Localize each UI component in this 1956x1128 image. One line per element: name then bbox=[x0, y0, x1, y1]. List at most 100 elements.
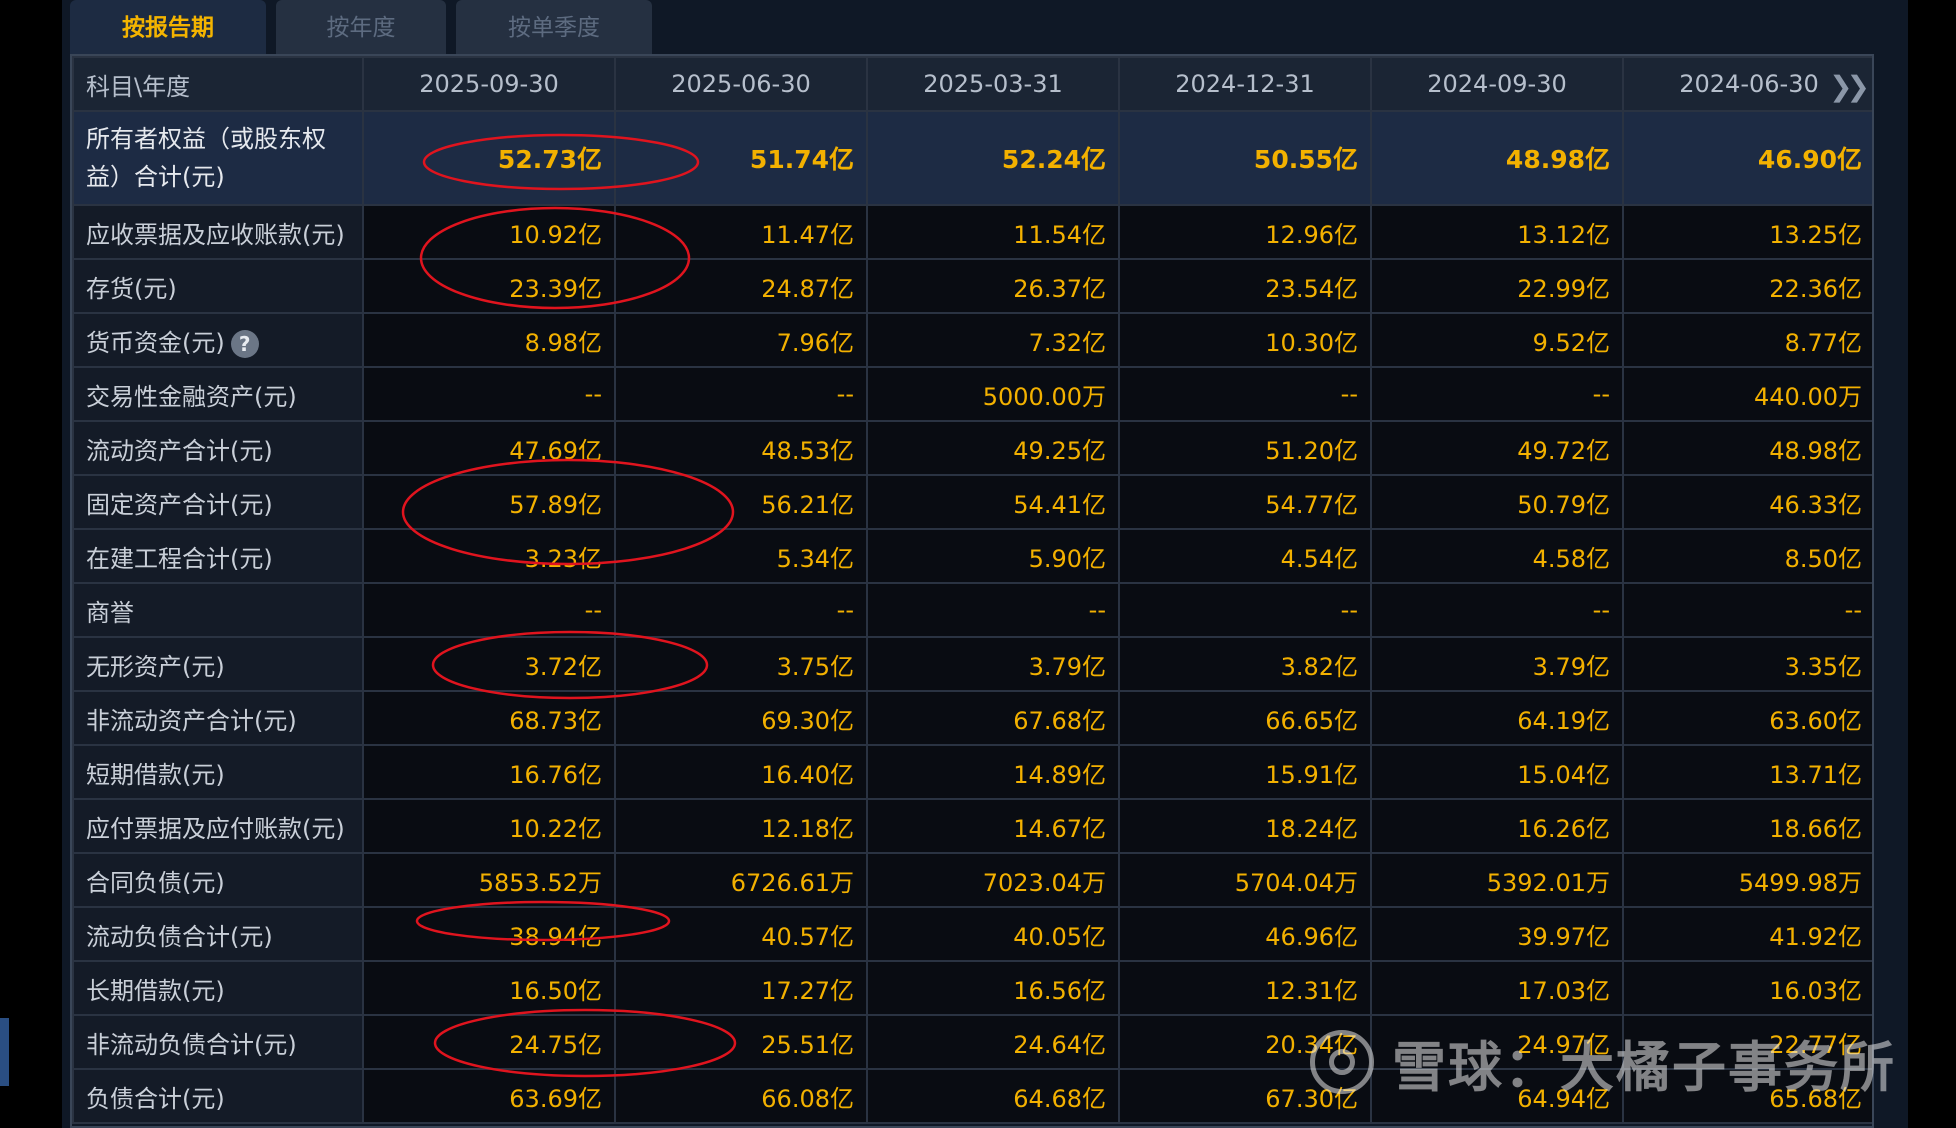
value-cell: 39.97亿 bbox=[1370, 906, 1624, 962]
value-cell: 48.98亿 bbox=[1622, 420, 1872, 476]
value-cell: 5000.00万 bbox=[866, 366, 1120, 422]
row-label: 商誉 bbox=[86, 598, 134, 627]
table-row: 存货(元) 23.39亿 24.87亿 26.37亿 23.54亿 22.99亿 22.36… bbox=[72, 258, 1872, 314]
value-cell: 50.79亿 bbox=[1370, 474, 1624, 530]
value-cell: 11.54亿 bbox=[866, 204, 1120, 260]
value-cell: 24.87亿 bbox=[614, 258, 868, 314]
value-cell: 16.40亿 bbox=[614, 744, 868, 800]
value-cell: 49.25亿 bbox=[866, 420, 1120, 476]
value-cell: 16.03亿 bbox=[1622, 960, 1872, 1016]
value-cell: 16.50亿 bbox=[362, 960, 616, 1016]
row-label-cell: 固定资产合计(元) bbox=[72, 474, 364, 530]
row-label-cell: 无形资产(元) bbox=[72, 636, 364, 692]
date-header[interactable]: 2025-06-30 bbox=[614, 56, 868, 112]
table-row: 非流动资产合计(元) 68.73亿 69.30亿 67.68亿 66.65亿 64.19亿… bbox=[72, 690, 1872, 746]
watermark-text: 雪球：大橘子事务所 bbox=[1392, 1035, 1896, 1099]
value-cell: -- bbox=[614, 582, 868, 638]
watermark: 雪球：大橘子事务所 bbox=[1310, 1030, 1896, 1099]
value-cell: 23.39亿 bbox=[362, 258, 616, 314]
value-cell: 24.64亿 bbox=[866, 1014, 1120, 1070]
value-cell: 40.57亿 bbox=[614, 906, 868, 962]
row-label: 在建工程合计(元) bbox=[86, 544, 273, 573]
table-row: 应付票据及应付账款(元) 10.22亿 12.18亿 14.67亿 18.24亿 16.2… bbox=[72, 798, 1872, 854]
value-cell: 3.82亿 bbox=[1118, 636, 1372, 692]
row-label: 短期借款(元) bbox=[86, 760, 225, 789]
row-label: 交易性金融资产(元) bbox=[86, 382, 297, 411]
value-cell: 18.24亿 bbox=[1118, 798, 1372, 854]
value-cell: 18.66亿 bbox=[1622, 798, 1872, 854]
value-cell: 3.23亿 bbox=[362, 528, 616, 584]
value-cell: 3.75亿 bbox=[614, 636, 868, 692]
value-cell: 5.34亿 bbox=[614, 528, 868, 584]
value-cell: 8.77亿 bbox=[1622, 312, 1872, 368]
value-cell: 14.89亿 bbox=[866, 744, 1120, 800]
tab-by-quarter[interactable]: 按单季度 bbox=[456, 0, 652, 54]
value-cell: 9.52亿 bbox=[1370, 312, 1624, 368]
tab-by-report-period[interactable]: 按报告期 bbox=[70, 0, 266, 54]
value-cell: 50.55亿 bbox=[1118, 110, 1372, 206]
table-row: 商誉 -- -- -- -- -- -- bbox=[72, 582, 1872, 638]
value-cell: 51.74亿 bbox=[614, 110, 868, 206]
value-cell: 68.73亿 bbox=[362, 690, 616, 746]
row-label-cell: 流动资产合计(元) bbox=[72, 420, 364, 476]
date-header[interactable]: 2024-09-30 bbox=[1370, 56, 1624, 112]
value-cell: 51.20亿 bbox=[1118, 420, 1372, 476]
chevron-double-right-icon[interactable]: ❯❯ bbox=[1829, 70, 1870, 103]
date-header[interactable]: 2025-03-31 bbox=[866, 56, 1120, 112]
tab-by-year[interactable]: 按年度 bbox=[276, 0, 446, 54]
help-icon[interactable]: ? bbox=[230, 329, 259, 358]
value-cell: 3.35亿 bbox=[1622, 636, 1872, 692]
row-label-cell: 在建工程合计(元) bbox=[72, 528, 364, 584]
value-cell: 56.21亿 bbox=[614, 474, 868, 530]
value-cell: 22.99亿 bbox=[1370, 258, 1624, 314]
row-label-cell: 负债合计(元) bbox=[72, 1068, 364, 1124]
row-label: 长期借款(元) bbox=[86, 976, 225, 1005]
value-cell: 48.53亿 bbox=[614, 420, 868, 476]
table-row: 合同负债(元) 5853.52万 6726.61万 7023.04万 5704.04万 5… bbox=[72, 852, 1872, 908]
date-header-last[interactable]: 2024-06-30 ❯❯ bbox=[1622, 56, 1872, 112]
value-cell: 38.94亿 bbox=[362, 906, 616, 962]
value-cell: 69.30亿 bbox=[614, 690, 868, 746]
value-cell: -- bbox=[1118, 582, 1372, 638]
value-cell: 7.96亿 bbox=[614, 312, 868, 368]
value-cell: 48.98亿 bbox=[1370, 110, 1624, 206]
value-cell: 52.24亿 bbox=[866, 110, 1120, 206]
value-cell: 12.31亿 bbox=[1118, 960, 1372, 1016]
table-row: 无形资产(元) 3.72亿 3.75亿 3.79亿 3.82亿 3.79亿 3.35亿 bbox=[72, 636, 1872, 692]
balance-sheet-table: 科目\年度 2025-09-30 2025-06-30 2025-03-31 2… bbox=[70, 54, 1874, 1128]
date-header[interactable]: 2025-09-30 bbox=[362, 56, 616, 112]
row-label-cell: 短期借款(元) bbox=[72, 744, 364, 800]
value-cell: 64.19亿 bbox=[1370, 690, 1624, 746]
value-cell: -- bbox=[1118, 366, 1372, 422]
value-cell: 7.32亿 bbox=[866, 312, 1120, 368]
value-cell: 16.76亿 bbox=[362, 744, 616, 800]
table-row: 流动负债合计(元) 38.94亿 40.57亿 40.05亿 46.96亿 39.97亿 4… bbox=[72, 906, 1872, 962]
table-row: 流动资产合计(元) 47.69亿 48.53亿 49.25亿 51.20亿 49.72亿 4… bbox=[72, 420, 1872, 476]
value-cell: -- bbox=[1622, 582, 1872, 638]
value-cell: 63.60亿 bbox=[1622, 690, 1872, 746]
value-cell: 12.18亿 bbox=[614, 798, 868, 854]
value-cell: 7023.04万 bbox=[866, 852, 1120, 908]
value-cell: 66.08亿 bbox=[614, 1068, 868, 1124]
row-label-cell: 合同负债(元) bbox=[72, 852, 364, 908]
value-cell: 4.54亿 bbox=[1118, 528, 1372, 584]
row-label: 所有者权益（或股东权益）合计(元) bbox=[86, 125, 326, 191]
value-cell: 5853.52万 bbox=[362, 852, 616, 908]
value-cell: 11.47亿 bbox=[614, 204, 868, 260]
value-cell: 12.96亿 bbox=[1118, 204, 1372, 260]
row-label-cell: 商誉 bbox=[72, 582, 364, 638]
value-cell: 13.12亿 bbox=[1370, 204, 1624, 260]
value-cell: 5704.04万 bbox=[1118, 852, 1372, 908]
value-cell: 5392.01万 bbox=[1370, 852, 1624, 908]
row-label: 固定资产合计(元) bbox=[86, 490, 273, 519]
date-header[interactable]: 2024-12-31 bbox=[1118, 56, 1372, 112]
value-cell: 14.67亿 bbox=[866, 798, 1120, 854]
window-edge bbox=[0, 1018, 9, 1086]
period-tabs: 按报告期 按年度 按单季度 bbox=[70, 0, 652, 54]
value-cell: 4.58亿 bbox=[1370, 528, 1624, 584]
value-cell: 10.22亿 bbox=[362, 798, 616, 854]
value-cell: 8.50亿 bbox=[1622, 528, 1872, 584]
value-cell: 49.72亿 bbox=[1370, 420, 1624, 476]
value-cell: 10.30亿 bbox=[1118, 312, 1372, 368]
value-cell: 54.41亿 bbox=[866, 474, 1120, 530]
